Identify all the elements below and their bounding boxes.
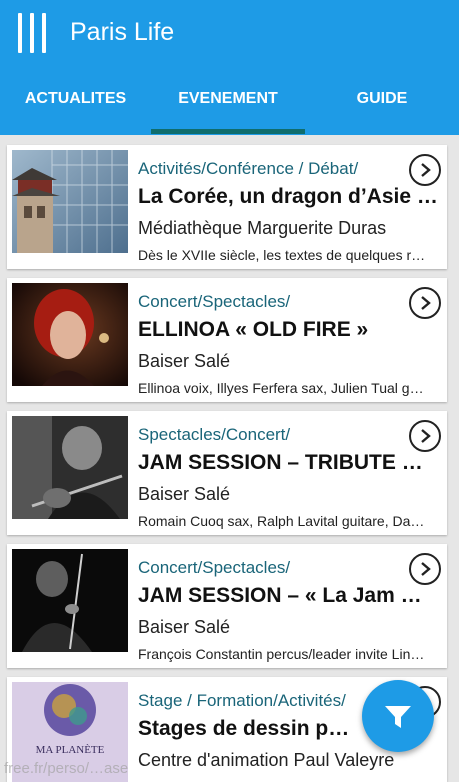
event-thumbnail: [12, 549, 128, 652]
menu-icon[interactable]: [18, 13, 48, 53]
tab-guide[interactable]: GUIDE: [305, 90, 459, 115]
event-title: ELLINOA « OLD FIRE »: [138, 318, 369, 341]
event-category: Stage / Formation/Activités/: [138, 691, 346, 710]
event-card[interactable]: Spectacles/Concert/ JAM SESSION – TRIBUT…: [7, 411, 447, 535]
event-card[interactable]: Concert/Spectacles/ ELLINOA « OLD FIRE »…: [7, 278, 447, 402]
chevron-right-icon[interactable]: [409, 553, 441, 585]
tab-evenement[interactable]: EVENEMENT: [151, 90, 305, 115]
event-venue: Baiser Salé: [138, 351, 231, 371]
chevron-right-icon[interactable]: [409, 287, 441, 319]
event-venue: Médiathèque Marguerite Duras: [138, 218, 387, 238]
event-card[interactable]: Concert/Spectacles/ JAM SESSION – « La J…: [7, 544, 447, 668]
app-bar: Paris Life ACTUALITES EVENEMENT GUIDE: [0, 0, 459, 135]
event-venue: Baiser Salé: [138, 484, 231, 504]
chevron-right-icon[interactable]: [409, 154, 441, 186]
event-category: Concert/Spectacles/: [138, 558, 291, 577]
filter-icon: [385, 706, 411, 728]
watermark: free.fr/perso/…ase: [4, 760, 129, 777]
event-description: Romain Cuoq sax, Ralph Lavital guitare, …: [138, 513, 425, 529]
event-description: Dès le XVIIe siècle, les textes de quelq…: [138, 247, 426, 263]
event-category: Concert/Spectacles/: [138, 292, 291, 311]
event-thumbnail: [12, 150, 128, 253]
filter-button[interactable]: [362, 680, 434, 752]
chevron-right-icon[interactable]: [409, 420, 441, 452]
event-title: JAM SESSION – « La Jam …: [138, 584, 422, 607]
event-category: Spectacles/Concert/: [138, 425, 291, 444]
thumbnail-caption: MA PLANÈTE: [35, 744, 105, 756]
event-description: François Constantin percus/leader invite…: [138, 646, 425, 662]
event-title: Stages de dessin pein…: [138, 717, 353, 740]
event-card[interactable]: Activités/Conférence / Débat/ La Corée, …: [7, 145, 447, 269]
app-title: Paris Life: [70, 18, 175, 46]
event-title: La Corée, un dragon d’Asie …: [138, 185, 438, 208]
event-venue: Centre d'animation Paul Valeyre: [138, 750, 395, 770]
tab-indicator: [151, 129, 305, 134]
event-title: JAM SESSION – TRIBUTE …: [138, 451, 423, 474]
event-description: Ellinoa voix, Illyes Ferfera sax, Julien…: [138, 380, 424, 396]
event-thumbnail: [12, 416, 128, 519]
event-category: Activités/Conférence / Débat/: [138, 159, 359, 178]
tab-actualites[interactable]: ACTUALITES: [0, 90, 151, 115]
event-venue: Baiser Salé: [138, 617, 231, 637]
event-thumbnail: [12, 283, 128, 386]
